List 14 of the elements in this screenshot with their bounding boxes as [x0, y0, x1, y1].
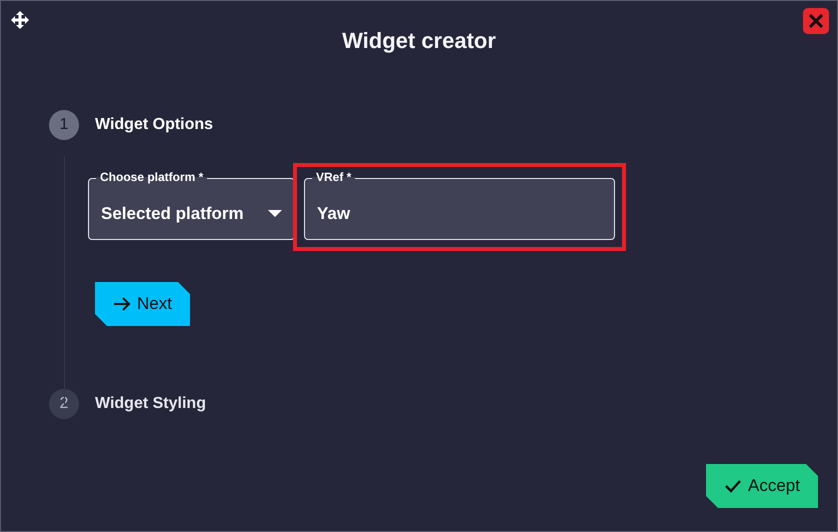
next-button[interactable]: Next [95, 282, 190, 326]
close-icon [809, 14, 823, 28]
step-number-badge: 1 [49, 110, 79, 140]
dropdown-caret-icon [268, 210, 282, 218]
close-button[interactable] [803, 8, 829, 34]
field-label: VRef * [312, 170, 356, 184]
accept-button[interactable]: Accept [706, 464, 818, 508]
step-label[interactable]: Widget Styling [95, 395, 206, 413]
move-icon[interactable] [11, 11, 29, 29]
field-label: Choose platform * [96, 170, 208, 184]
arrow-right-icon [113, 296, 131, 312]
step-label[interactable]: Widget Options [95, 116, 214, 134]
window-title: Widget creator [342, 28, 496, 54]
checkmark-icon [724, 478, 742, 494]
